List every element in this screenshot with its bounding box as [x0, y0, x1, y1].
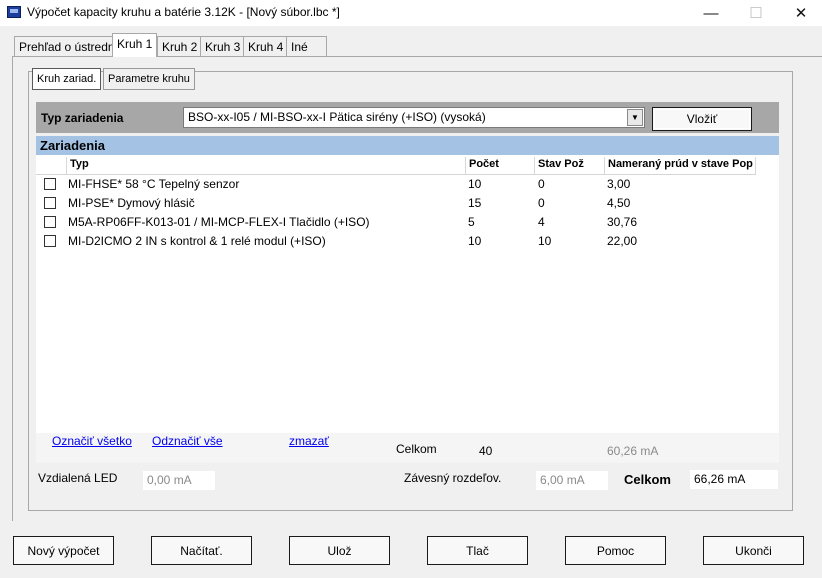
col-checkbox [36, 157, 67, 174]
cell-stav-poz: 0 [538, 196, 545, 210]
cell-prud: 30,76 [607, 215, 638, 229]
table-row[interactable]: MI-D2ICMO 2 IN s kontrol & 1 relé modul … [36, 232, 756, 251]
help-button[interactable]: Pomoc [565, 536, 666, 565]
cell-typ: MI-D2ICMO 2 IN s kontrol & 1 relé modul … [68, 234, 326, 248]
cell-pocet: 10 [468, 177, 482, 191]
tab-kruh-1[interactable]: Kruh 1 [112, 33, 158, 57]
window-title: Výpočet kapacity kruhu a batérie 3.12K -… [27, 5, 340, 19]
hanging-field[interactable]: 6,00 mA [536, 471, 608, 490]
cell-stav-poz: 10 [538, 234, 552, 248]
row-checkbox[interactable] [44, 178, 56, 190]
grand-total-field: 66,26 mA [690, 470, 778, 489]
new-calc-button[interactable]: Nový výpočet [13, 536, 114, 565]
select-all-link[interactable]: Označiť všetko [52, 434, 132, 448]
cell-pocet: 15 [468, 196, 482, 210]
cell-prud: 22,00 [607, 234, 638, 248]
tab-overview[interactable]: Prehľad o ústredni [14, 36, 123, 56]
cell-typ: MI-PSE* Dymový hlásič [68, 196, 195, 210]
save-button[interactable]: Ulož [289, 536, 390, 565]
cell-pocet: 10 [468, 234, 482, 248]
devices-header [36, 136, 779, 156]
cell-typ: M5A-RP06FF-K013-01 / MI-MCP-FLEX-I Tlači… [68, 215, 370, 229]
tab-kruh-4[interactable]: Kruh 4 [243, 36, 289, 56]
minimize-button[interactable]: — [688, 0, 734, 26]
cell-stav-poz: 4 [538, 215, 545, 229]
remote-led-label: Vzdialená LED [38, 471, 118, 485]
exit-button[interactable]: Ukonči [703, 536, 804, 565]
col-stav-poz[interactable]: Stav Pož [535, 157, 605, 174]
total-count: 40 [479, 444, 493, 458]
print-button[interactable]: Tlač [427, 536, 528, 565]
app-icon [7, 6, 21, 18]
total-label: Celkom [396, 442, 437, 456]
cell-pocet: 5 [468, 215, 475, 229]
tab-kruh-2[interactable]: Kruh 2 [157, 36, 203, 56]
chevron-down-icon[interactable]: ▼ [627, 109, 643, 126]
subtab-parametre-kruhu[interactable]: Parametre kruhu [103, 68, 195, 90]
col-nameraný-prud[interactable]: Nameraný prúd v stave Pop [605, 157, 756, 174]
col-typ[interactable]: Typ [67, 157, 466, 174]
tab-ine[interactable]: Iné [286, 36, 327, 56]
table-row[interactable]: MI-PSE* Dymový hlásič 15 0 4,50 [36, 194, 756, 213]
close-button[interactable]: ✕ [778, 0, 822, 26]
table-row[interactable]: M5A-RP06FF-K013-01 / MI-MCP-FLEX-I Tlači… [36, 213, 756, 232]
total-current: 60,26 mA [607, 444, 659, 458]
row-checkbox[interactable] [44, 216, 56, 228]
hanging-label: Závesný rozdeľov. [404, 471, 502, 485]
cell-typ: MI-FHSE* 58 °C Tepelný senzor [68, 177, 240, 191]
maximize-button[interactable]: ☐ [733, 0, 779, 26]
table-row[interactable]: MI-FHSE* 58 °C Tepelný senzor 10 0 3,00 [36, 175, 756, 194]
cell-prud: 3,00 [607, 177, 631, 191]
insert-button[interactable]: Vložiť [652, 107, 752, 131]
tab-kruh-3[interactable]: Kruh 3 [200, 36, 246, 56]
col-pocet[interactable]: Počet [466, 157, 535, 174]
remote-led-field[interactable]: 0,00 mA [143, 471, 215, 490]
delete-link[interactable]: zmazať [289, 434, 329, 448]
cell-stav-poz: 0 [538, 177, 545, 191]
load-button[interactable]: Načítať. [151, 536, 252, 565]
device-type-value: BSO-xx-I05 / MI-BSO-xx-I Pätica sirény (… [188, 110, 486, 124]
grand-total-label: Celkom [624, 472, 671, 487]
cell-prud: 4,50 [607, 196, 631, 210]
row-checkbox[interactable] [44, 235, 56, 247]
devices-title: Zariadenia [40, 138, 106, 153]
deselect-all-link[interactable]: Odznačiť vše [152, 434, 223, 448]
subtab-kruh-zariad[interactable]: Kruh zariad. [32, 68, 102, 90]
device-type-label: Typ zariadenia [41, 111, 124, 125]
row-checkbox[interactable] [44, 197, 56, 209]
